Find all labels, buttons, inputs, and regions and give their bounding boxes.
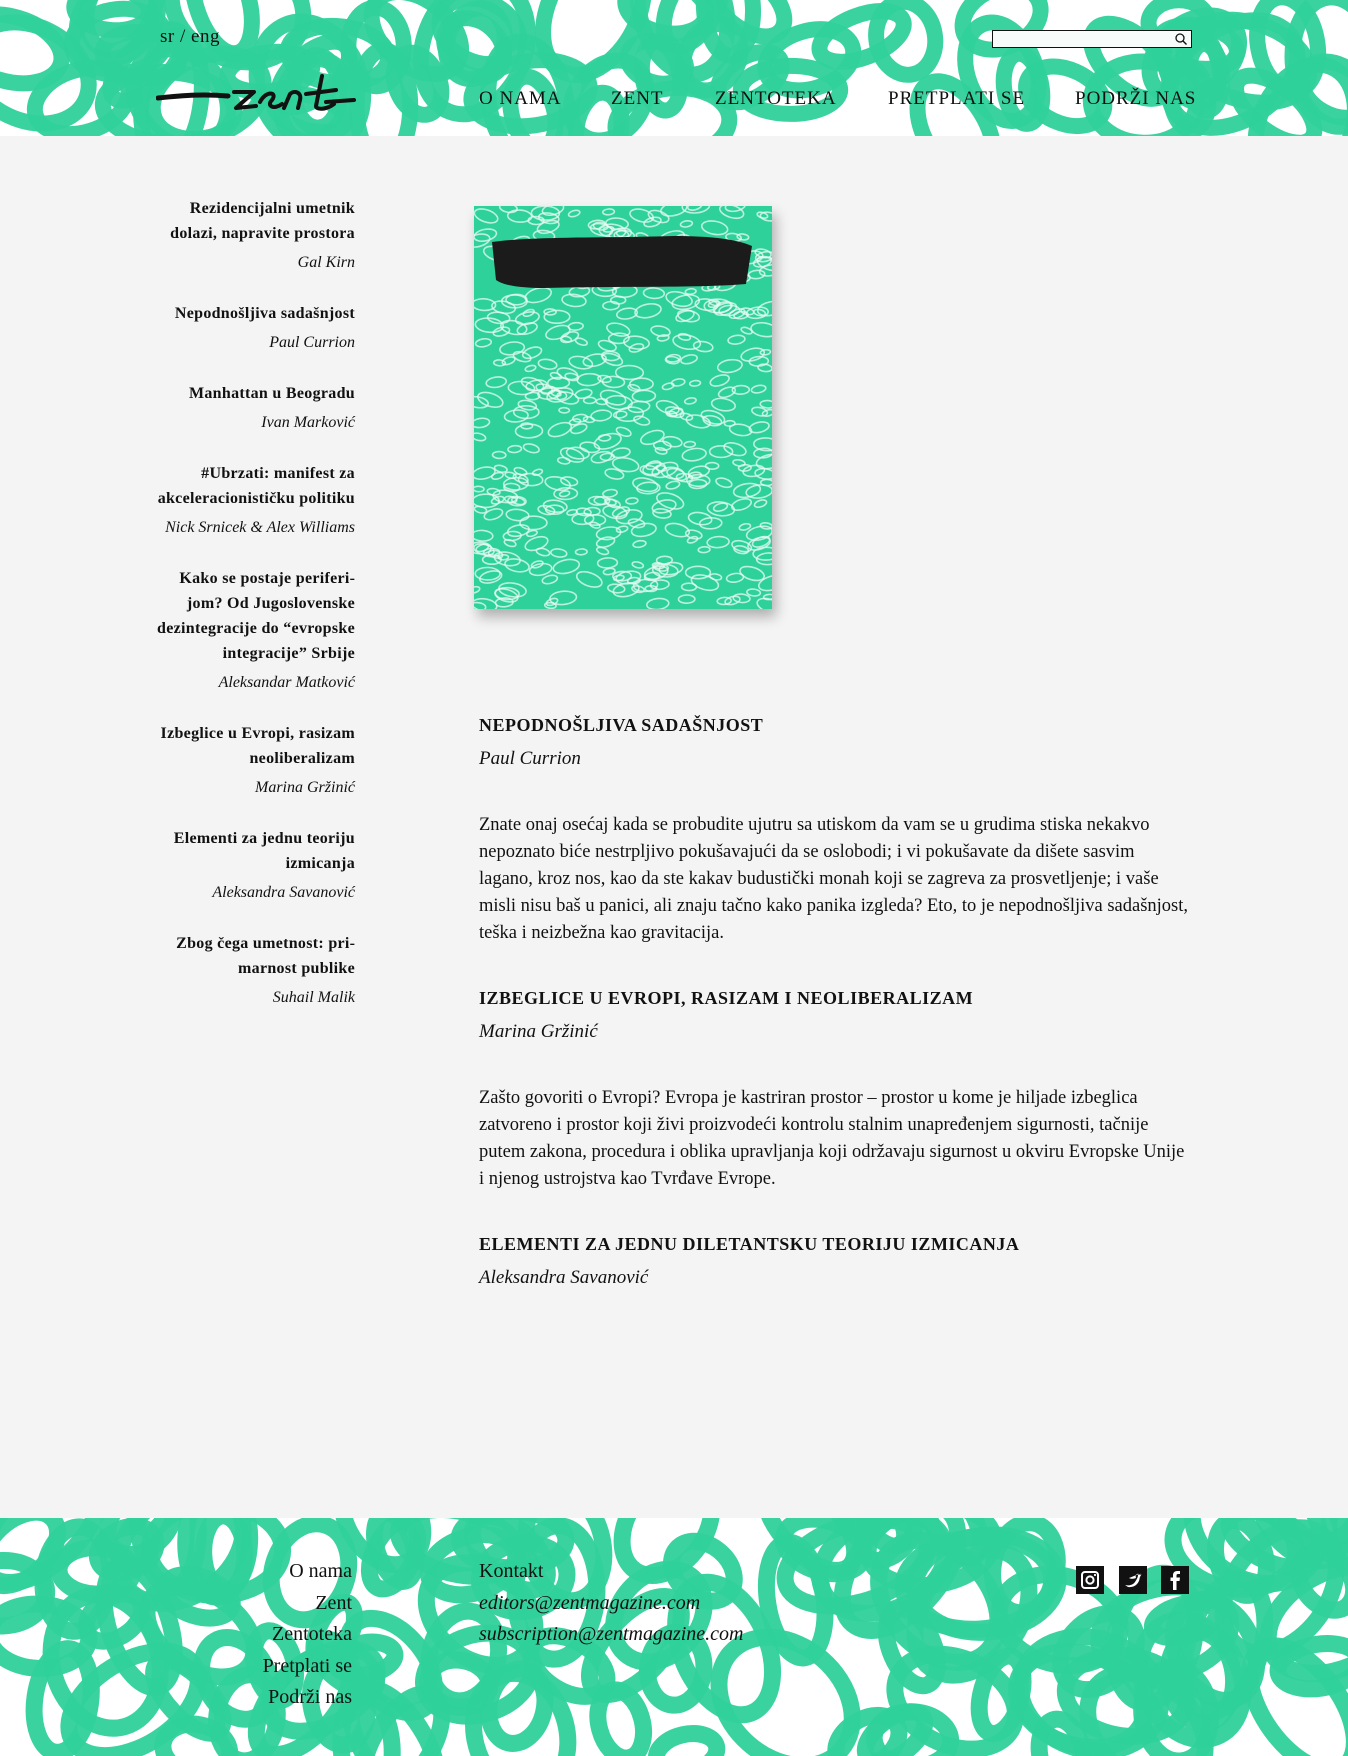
article-list: NEPODNOŠLJIVA SADAŠNJOST Paul Currion Zn… — [479, 712, 1191, 1329]
article-author: Marina Gržinić — [479, 1021, 598, 1042]
article-entry: ELEMENTI ZA JEDNU DILETANTSKU TEORIJU IZ… — [479, 1231, 1191, 1291]
search-input[interactable] — [993, 32, 1171, 48]
nav-zent[interactable]: ZENT — [611, 88, 664, 110]
footer-link-o-nama[interactable]: O nama — [200, 1556, 352, 1588]
nav-pretplati-se[interactable]: PRETPLATI SE — [888, 88, 1025, 110]
sidebar-item-title[interactable]: #Ubrzati: manifest za akceleracionističk… — [150, 461, 355, 511]
cover-pattern — [474, 206, 772, 609]
sidebar-item[interactable]: #Ubrzati: manifest za akceleracionističk… — [150, 461, 355, 538]
sidebar: Rezidencijalni umetnik dolazi, napravite… — [150, 196, 355, 1036]
lang-sr-link[interactable]: sr — [160, 26, 175, 47]
article-author: Paul Currion — [479, 748, 581, 769]
twitter-icon[interactable] — [1119, 1566, 1147, 1594]
footer-link-zent[interactable]: Zent — [200, 1588, 352, 1620]
language-switcher: sr / eng — [160, 26, 220, 48]
footer-link-zentoteka[interactable]: Zentoteka — [200, 1619, 352, 1651]
sidebar-item[interactable]: Nepodnošljiva sadašnjost Paul Currion — [150, 301, 355, 353]
sidebar-item-author: Paul Currion — [269, 334, 355, 351]
sidebar-item[interactable]: Izbeglice u Evropi, rasi­zam neoliberali… — [150, 721, 355, 798]
footer-contact: Kontakt editors@zentmagazine.com subscri… — [479, 1556, 744, 1651]
article-title[interactable]: ELEMENTI ZA JEDNU DILETANTSKU TEORIJU IZ… — [479, 1231, 1191, 1257]
sidebar-item-author: Nick Srnicek & Alex Williams — [165, 519, 355, 536]
sidebar-item-author: Gal Kirn — [297, 254, 355, 271]
issue-cover-image[interactable] — [474, 206, 772, 609]
sidebar-item-title[interactable]: Rezidencijalni umetnik dolazi, napravite… — [150, 196, 355, 246]
sidebar-item[interactable]: Zbog čega umetnost: pri­marnost publike … — [150, 931, 355, 1008]
article-excerpt: Znate onaj osećaj kada se probudite ujut… — [479, 815, 1188, 943]
sidebar-item-title[interactable]: Manhattan u Beogradu — [150, 381, 355, 406]
footer-nav: O nama Zent Zentoteka Pretplati se Podrž… — [200, 1556, 352, 1714]
nav-zentoteka[interactable]: ZENTOTEKA — [715, 88, 837, 110]
search-box — [992, 30, 1192, 48]
sidebar-item-title[interactable]: Izbeglice u Evropi, rasi­zam neoliberali… — [150, 721, 355, 771]
nav-podrzi-nas[interactable]: PODRŽI NAS — [1075, 88, 1196, 110]
lang-eng-link[interactable]: eng — [191, 26, 220, 47]
header: sr / eng O NAMA ZENT ZENTOTEKA PRETPLATI… — [0, 0, 1348, 136]
contact-label: Kontakt — [479, 1560, 544, 1582]
instagram-icon[interactable] — [1076, 1566, 1104, 1594]
sidebar-item[interactable]: Rezidencijalni umetnik dolazi, napravite… — [150, 196, 355, 273]
editors-email-link[interactable]: editors@zentmagazine.com — [479, 1588, 744, 1620]
sidebar-item[interactable]: Manhattan u Beogradu Ivan Marković — [150, 381, 355, 433]
subscription-email-link[interactable]: subscription@zentmagazine.com — [479, 1619, 744, 1651]
sidebar-item-author: Suhail Malik — [272, 989, 355, 1006]
footer-link-podrzi-nas[interactable]: Podrži nas — [200, 1682, 352, 1714]
article-author: Aleksandra Savanović — [479, 1267, 649, 1288]
main-nav: O NAMA ZENT ZENTOTEKA PRETPLATI SE PODRŽ… — [0, 88, 1348, 112]
sidebar-item-author: Aleksandra Savanović — [212, 884, 355, 901]
sidebar-item-author: Aleksandar Matković — [218, 674, 355, 691]
sidebar-item-title[interactable]: Zbog čega umetnost: pri­marnost publike — [150, 931, 355, 981]
article-entry: IZBEGLICE U EVROPI, RASIZAM I NEOLIBERAL… — [479, 985, 1191, 1193]
footer: O nama Zent Zentoteka Pretplati se Podrž… — [0, 1518, 1348, 1756]
sidebar-item[interactable]: Elementi za jednu teoriju izmicanja Alek… — [150, 826, 355, 903]
facebook-icon[interactable] — [1161, 1566, 1189, 1594]
sidebar-item-author: Marina Gržinić — [255, 779, 355, 796]
article-title[interactable]: NEPODNOŠLJIVA SADAŠNJOST — [479, 712, 1191, 738]
lang-separator: / — [179, 26, 186, 47]
article-excerpt: Zašto govoriti o Evropi? Evropa je kastr… — [479, 1088, 1185, 1189]
sidebar-item-author: Ivan Marković — [261, 414, 355, 431]
article-entry: NEPODNOŠLJIVA SADAŠNJOST Paul Currion Zn… — [479, 712, 1191, 947]
search-icon[interactable] — [1174, 32, 1188, 46]
sidebar-item[interactable]: Kako se postaje periferi­jom? Od Jugoslo… — [150, 566, 355, 693]
sidebar-item-title[interactable]: Kako se postaje periferi­jom? Od Jugoslo… — [150, 566, 355, 666]
article-title[interactable]: IZBEGLICE U EVROPI, RASIZAM I NEOLIBERAL… — [479, 985, 1191, 1011]
footer-link-pretplati-se[interactable]: Pretplati se — [200, 1651, 352, 1683]
nav-o-nama[interactable]: O NAMA — [479, 88, 562, 110]
sidebar-item-title[interactable]: Nepodnošljiva sadašnjost — [150, 301, 355, 326]
sidebar-item-title[interactable]: Elementi za jednu teoriju izmicanja — [150, 826, 355, 876]
